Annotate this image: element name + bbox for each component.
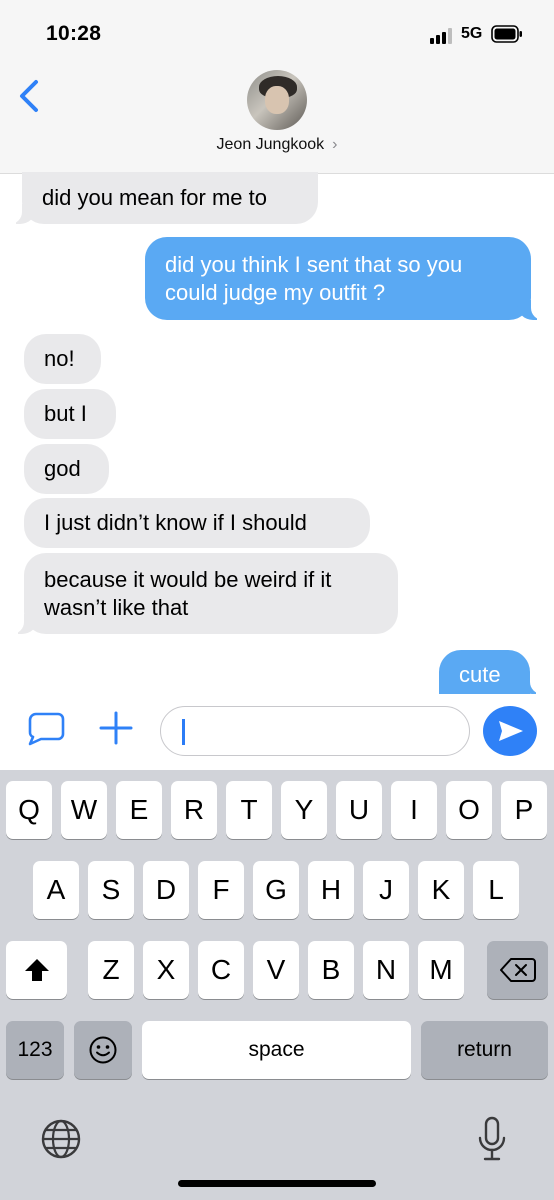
keyboard: Q W E R T Y U I O P A S D F G H J K L Z … xyxy=(0,770,554,1200)
message-text: I just didn’t know if I should xyxy=(44,510,307,535)
key-c[interactable]: C xyxy=(198,941,244,999)
key-l[interactable]: L xyxy=(473,861,519,919)
key-i[interactable]: I xyxy=(391,781,437,839)
shift-key[interactable] xyxy=(6,941,67,999)
emoji-key[interactable] xyxy=(74,1021,132,1079)
network-type: 5G xyxy=(461,25,483,42)
key-s[interactable]: S xyxy=(88,861,134,919)
key-x[interactable]: X xyxy=(143,941,189,999)
contact-name-button[interactable]: Jeon Jungkook › xyxy=(0,136,554,154)
key-m[interactable]: M xyxy=(418,941,464,999)
key-p[interactable]: P xyxy=(501,781,547,839)
message-text: did you mean for me to xyxy=(42,185,268,210)
incoming-message[interactable]: god xyxy=(24,444,109,494)
key-h[interactable]: H xyxy=(308,861,354,919)
key-g[interactable]: G xyxy=(253,861,299,919)
key-r[interactable]: R xyxy=(171,781,217,839)
key-o[interactable]: O xyxy=(446,781,492,839)
key-w[interactable]: W xyxy=(61,781,107,839)
delete-key[interactable] xyxy=(487,941,548,999)
message-text: but I xyxy=(44,401,87,426)
message-text: did you think I sent that so you could j… xyxy=(165,251,463,305)
space-key[interactable]: space xyxy=(142,1021,411,1079)
key-t[interactable]: T xyxy=(226,781,272,839)
message-input[interactable] xyxy=(160,706,470,756)
home-indicator xyxy=(178,1180,376,1187)
delete-icon xyxy=(499,958,536,982)
key-j[interactable]: J xyxy=(363,861,409,919)
outgoing-message[interactable]: did you think I sent that so you could j… xyxy=(145,237,545,320)
conversation-header: Jeon Jungkook › xyxy=(0,64,554,174)
chevron-right-icon: › xyxy=(332,136,338,153)
message-text: because it would be weird if it wasn’t l… xyxy=(44,566,332,620)
key-d[interactable]: D xyxy=(143,861,189,919)
signal-strength-icon xyxy=(430,28,454,44)
incoming-message[interactable]: no! xyxy=(24,334,101,384)
incoming-message[interactable]: did you mean for me to xyxy=(8,172,318,224)
key-v[interactable]: V xyxy=(253,941,299,999)
contact-avatar[interactable] xyxy=(247,70,307,130)
key-q[interactable]: Q xyxy=(6,781,52,839)
message-text: no! xyxy=(44,346,75,371)
message-text: cute xyxy=(459,662,501,687)
key-y[interactable]: Y xyxy=(281,781,327,839)
incoming-message[interactable]: because it would be weird if it wasn’t l… xyxy=(10,553,398,634)
incoming-message[interactable]: I just didn’t know if I should xyxy=(24,498,370,548)
battery-icon xyxy=(491,25,522,43)
send-arrow-icon xyxy=(499,721,523,741)
plus-icon[interactable] xyxy=(98,710,134,746)
numbers-key[interactable]: 123 xyxy=(6,1021,64,1079)
contact-name: Jeon Jungkook xyxy=(216,136,325,153)
back-chevron-icon[interactable] xyxy=(14,76,48,116)
key-u[interactable]: U xyxy=(336,781,382,839)
microphone-icon[interactable] xyxy=(476,1116,508,1162)
key-b[interactable]: B xyxy=(308,941,354,999)
status-time: 10:28 xyxy=(46,22,102,45)
compose-bar xyxy=(0,694,554,770)
emoji-icon xyxy=(89,1036,117,1064)
key-z[interactable]: Z xyxy=(88,941,134,999)
key-f[interactable]: F xyxy=(198,861,244,919)
return-key[interactable]: return xyxy=(421,1021,548,1079)
message-text: god xyxy=(44,456,81,481)
key-n[interactable]: N xyxy=(363,941,409,999)
key-a[interactable]: A xyxy=(33,861,79,919)
send-button[interactable] xyxy=(483,706,537,756)
incoming-message[interactable]: but I xyxy=(24,389,116,439)
outgoing-message[interactable]: cute xyxy=(439,650,544,694)
shift-icon xyxy=(24,959,49,981)
key-k[interactable]: K xyxy=(418,861,464,919)
globe-icon[interactable] xyxy=(40,1118,82,1160)
status-bar: 10:28 5G xyxy=(0,0,554,64)
app-store-icon[interactable] xyxy=(24,710,66,746)
key-e[interactable]: E xyxy=(116,781,162,839)
text-caret xyxy=(182,719,185,745)
